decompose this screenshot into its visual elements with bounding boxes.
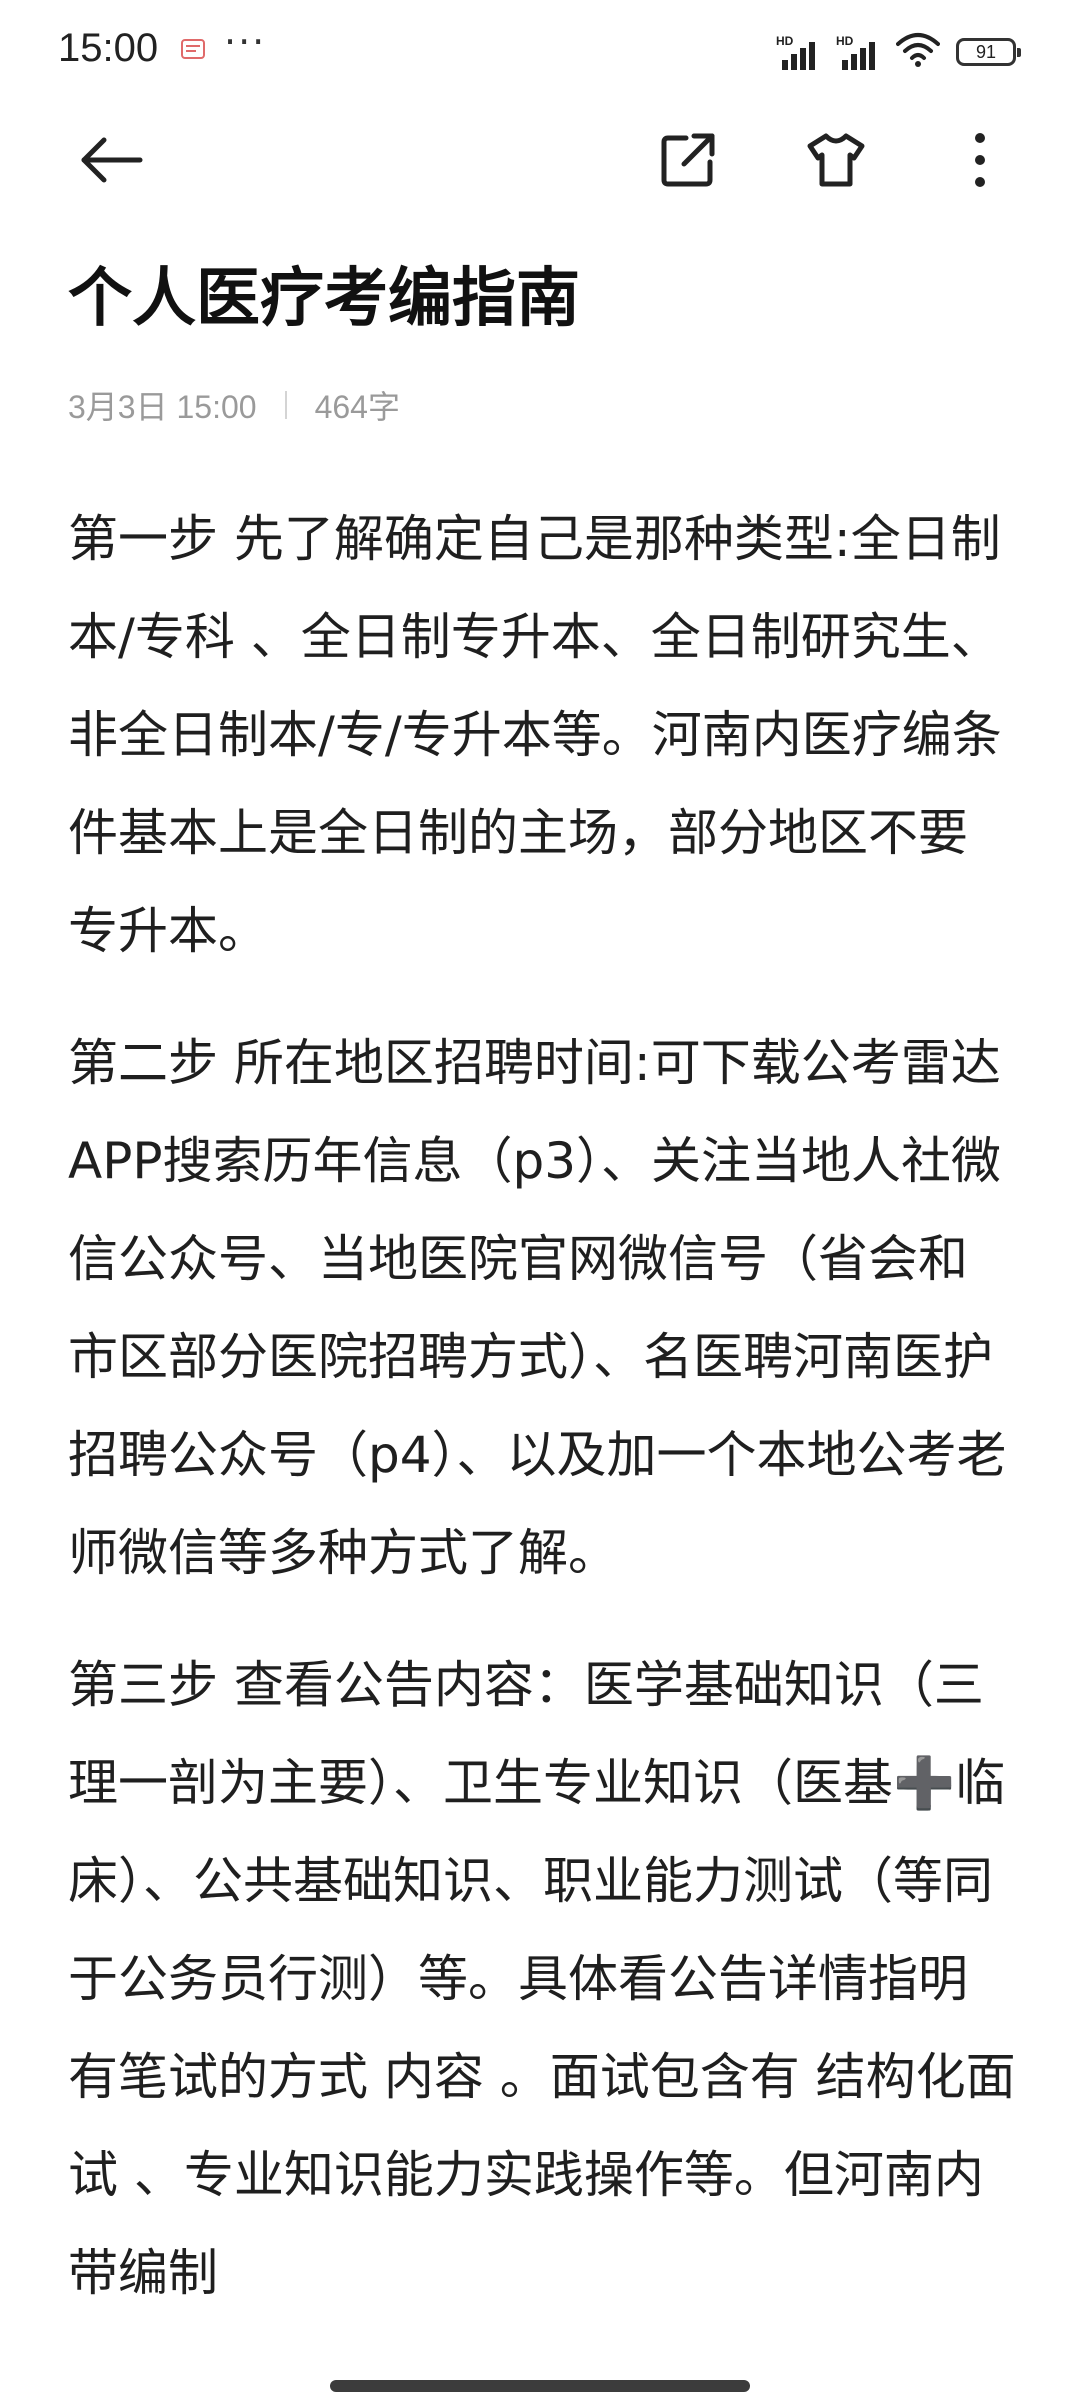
notification-icon xyxy=(180,36,206,62)
note-toolbar xyxy=(0,110,1080,210)
cellular-signal-icon: HD xyxy=(776,34,826,70)
home-indicator[interactable] xyxy=(330,2380,750,2392)
note-body[interactable]: 第一步 先了解确定自己是那种类型:全日制本/专科 、全日制专升本、全日制研究生、… xyxy=(68,490,1016,2356)
theme-shirt-icon xyxy=(807,133,865,187)
back-arrow-icon xyxy=(81,137,143,183)
note-page: 15:00 ··· HD HD 91 个人医疗考编指南 3月3日 15:00 4… xyxy=(0,0,1080,2400)
status-indicators: HD HD 91 xyxy=(776,32,1021,72)
theme-button[interactable] xyxy=(796,120,876,200)
wifi-icon xyxy=(896,32,940,72)
note-title[interactable]: 个人医疗考编指南 xyxy=(68,254,1012,344)
share-button[interactable] xyxy=(648,120,728,200)
status-bar: 15:00 ··· HD HD 91 xyxy=(0,0,1080,100)
cellular-signal-icon-2: HD xyxy=(836,34,886,70)
status-time: 15:00 xyxy=(58,26,159,70)
note-paragraph-2[interactable]: 第二步 所在地区招聘时间:可下载公考雷达APP搜索历年信息（p3）、关注当地人社… xyxy=(68,1014,1016,1602)
status-more-icon: ··· xyxy=(224,20,267,64)
note-paragraph-1[interactable]: 第一步 先了解确定自己是那种类型:全日制本/专科 、全日制专升本、全日制研究生、… xyxy=(68,490,1016,980)
note-meta: 3月3日 15:00 464字 xyxy=(68,382,400,428)
more-options-button[interactable] xyxy=(940,120,1020,200)
more-vertical-icon xyxy=(975,133,985,187)
note-word-count: 464字 xyxy=(314,389,400,425)
battery-icon: 91 xyxy=(956,38,1021,66)
meta-divider xyxy=(284,391,287,419)
share-icon xyxy=(661,133,715,187)
back-button[interactable] xyxy=(72,120,152,200)
battery-level: 91 xyxy=(975,41,997,62)
note-paragraph-3[interactable]: 第三步 查看公告内容：医学基础知识（三理一剖为主要）、卫生专业知识（医基➕临床）… xyxy=(68,1636,1016,2322)
note-date: 3月3日 15:00 xyxy=(68,389,257,425)
